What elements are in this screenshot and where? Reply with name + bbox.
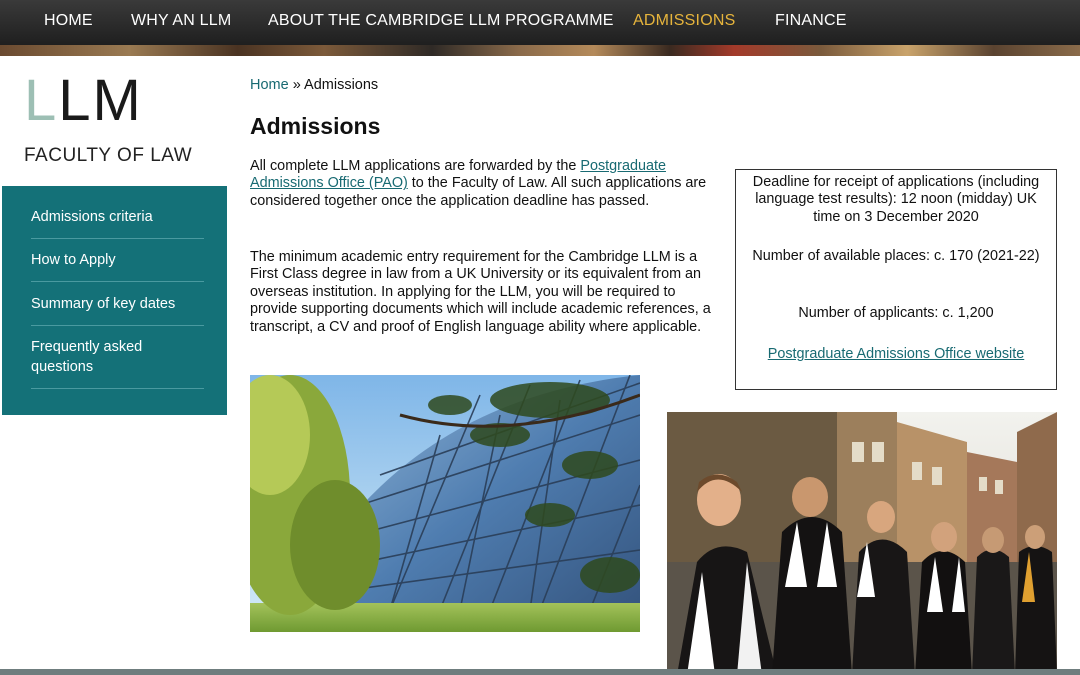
page-title: Admissions [250, 113, 381, 139]
breadcrumb-separator: » [292, 77, 301, 93]
nav-admissions[interactable]: ADMISSIONS [633, 12, 735, 30]
sidebar-navigation: Admissions criteria How to Apply Summary… [2, 186, 227, 415]
sidebar-divider [31, 281, 204, 282]
logo-llm-text: LLM [24, 68, 143, 133]
available-places-text: Number of available places: c. 170 (2021… [752, 248, 1040, 264]
header-photo-strip [0, 45, 1080, 56]
top-navigation: HOME WHY AN LLM ABOUT THE CAMBRIDGE LLM … [0, 0, 1080, 45]
requirements-paragraph: The minimum academic entry requirement f… [250, 249, 711, 335]
key-facts-box: Deadline for receipt of applications (in… [735, 169, 1057, 390]
applicants-count-text: Number of applicants: c. 1,200 [798, 305, 994, 321]
nav-home[interactable]: HOME [44, 12, 93, 30]
logo-faculty-text: FACULTY OF LAW [24, 145, 193, 166]
nav-about-programme[interactable]: ABOUT THE CAMBRIDGE LLM PROGRAMME [268, 12, 614, 30]
nav-why-an-llm[interactable]: WHY AN LLM [131, 12, 231, 30]
graduates-procession-photo [667, 412, 1057, 675]
breadcrumb: Home » Admissions [250, 77, 378, 93]
sidebar-item-key-dates[interactable]: Summary of key dates [31, 294, 204, 314]
nav-finance[interactable]: FINANCE [775, 12, 847, 30]
intro-paragraph: All complete LLM applications are forwar… [250, 158, 707, 209]
breadcrumb-home-link[interactable]: Home [250, 77, 289, 93]
bottom-edge-bar [0, 669, 1080, 675]
faculty-logo[interactable]: LLM FACULTY OF LAW [2, 56, 227, 186]
sidebar-divider [31, 388, 204, 389]
deadline-text: Deadline for receipt of applications (in… [752, 174, 1040, 225]
sidebar-divider [31, 325, 204, 326]
sidebar-divider [31, 238, 204, 239]
sidebar-item-how-to-apply[interactable]: How to Apply [31, 250, 204, 270]
glass-building-photo [250, 375, 640, 632]
pao-website-link[interactable]: Postgraduate Admissions Office website [768, 346, 1025, 362]
sidebar-item-faq[interactable]: Frequently asked questions [31, 337, 204, 377]
pao-website-link-wrap: Postgraduate Admissions Office website [746, 346, 1046, 363]
sidebar-item-admissions-criteria[interactable]: Admissions criteria [31, 207, 204, 227]
breadcrumb-current: Admissions [304, 77, 379, 93]
